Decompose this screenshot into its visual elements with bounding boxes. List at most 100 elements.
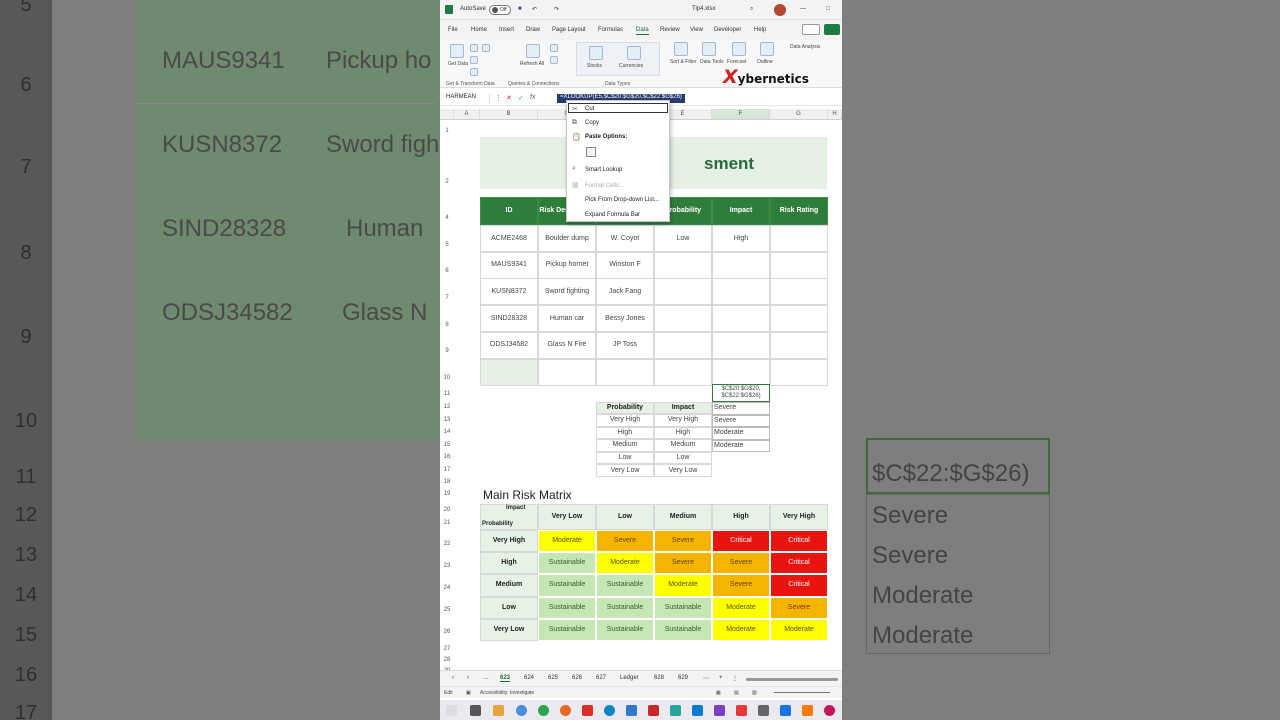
row-header[interactable]: 22 [440, 541, 454, 547]
currencies-label[interactable]: Currencies [619, 63, 643, 69]
table-cell[interactable]: JP Toss [596, 331, 654, 359]
select-all-corner[interactable] [440, 109, 454, 120]
tab-review[interactable]: Review [660, 27, 680, 33]
sheet-options-icon[interactable]: ⋯ [703, 675, 709, 682]
row-header[interactable]: 18 [440, 479, 454, 485]
row-header[interactable]: 28 [440, 657, 454, 663]
vscode-icon[interactable] [692, 705, 703, 716]
row-header[interactable]: 9 [440, 348, 454, 354]
lookup-cell[interactable]: Low [596, 451, 654, 465]
row-header[interactable]: 6 [440, 268, 454, 274]
matrix-cell[interactable]: Severe [654, 552, 712, 575]
matrix-cell[interactable]: Sustainable [596, 574, 654, 597]
menu-item-cut[interactable]: Cut [585, 106, 594, 112]
matrix-cell[interactable]: Severe [596, 530, 654, 553]
maximize-icon[interactable]: □ [826, 6, 830, 12]
normal-view-icon[interactable]: ▦ [716, 690, 721, 696]
comments-button[interactable] [802, 24, 820, 35]
matrix-cell[interactable]: Moderate [538, 530, 596, 553]
table-cell[interactable]: W. Coyot [596, 225, 654, 252]
table-cell[interactable]: Pickup hornet [538, 251, 596, 279]
table-cell[interactable] [654, 331, 712, 359]
avatar[interactable] [774, 4, 786, 16]
tab-home[interactable]: Home [471, 27, 487, 33]
share-button[interactable] [824, 24, 840, 35]
matrix-cell[interactable]: Severe [712, 574, 770, 597]
matrix-cell[interactable]: Sustainable [538, 596, 596, 619]
matrix-cell[interactable]: Critical [770, 574, 828, 597]
sort-filter-label[interactable]: Sort & Filter [670, 59, 696, 65]
minimize-icon[interactable]: — [800, 6, 806, 12]
lookup-cell[interactable]: Very Low [654, 464, 712, 477]
matrix-col-header[interactable]: High [712, 504, 770, 530]
table-cell[interactable]: Winston F [596, 251, 654, 279]
properties-icon[interactable] [550, 56, 558, 64]
prev-sheet-icon[interactable]: ‹ [452, 675, 454, 681]
queries-icon[interactable] [550, 44, 558, 52]
row-header[interactable]: 12 [440, 404, 454, 410]
data-tools-icon[interactable] [702, 42, 716, 56]
autosave-toggle[interactable]: Off [489, 5, 511, 15]
matrix-cell[interactable]: Moderate [596, 552, 654, 575]
page-break-view-icon[interactable]: ▥ [752, 690, 757, 696]
file-name[interactable]: Tip4.xlsx [692, 6, 715, 12]
column-header-b[interactable]: B [480, 109, 538, 120]
add-sheet-icon[interactable]: + [719, 675, 723, 681]
misc-app-icon[interactable] [824, 705, 835, 716]
matrix-cell[interactable]: Sustainable [654, 618, 712, 641]
matrix-cell[interactable]: Severe [770, 596, 828, 619]
matrix-cell[interactable]: Sustainable [538, 574, 596, 597]
firefox-icon[interactable] [560, 705, 571, 716]
matrix-row-header[interactable]: Very Low [480, 618, 538, 641]
stocks-label[interactable]: Stocks [587, 63, 602, 69]
redo-icon[interactable]: ↷ [554, 6, 559, 13]
lookup-cell[interactable]: Medium [654, 439, 712, 452]
table-cell[interactable] [770, 225, 828, 252]
sheet-tab[interactable]: 625 [548, 675, 558, 681]
store-icon[interactable] [802, 705, 813, 716]
lookup-cell[interactable]: Very High [654, 414, 712, 427]
undo-icon[interactable]: ↶ [532, 6, 537, 13]
table-cell[interactable]: Jack Fang [596, 278, 654, 306]
table-header-cell[interactable]: ID [480, 197, 538, 225]
menu-item-pick-from-list[interactable]: Pick From Drop-down List... [585, 197, 659, 203]
visual-studio-icon[interactable] [714, 705, 725, 716]
lookup-cell[interactable]: Very High [596, 414, 654, 427]
snipping-icon[interactable] [758, 705, 769, 716]
matrix-cell[interactable]: Moderate [712, 596, 770, 619]
app-icon[interactable] [582, 705, 593, 716]
table-cell[interactable] [770, 251, 828, 279]
result-value-cell[interactable]: Severe [712, 402, 770, 415]
insert-function-button[interactable]: fx [530, 94, 535, 101]
lookup-cell[interactable]: Low [654, 451, 712, 465]
table-cell[interactable] [480, 359, 538, 386]
row-header[interactable]: 8 [440, 322, 454, 328]
sheet-tab[interactable]: Ledger [620, 675, 639, 681]
table-cell[interactable] [538, 359, 596, 386]
matrix-cell[interactable]: Sustainable [538, 552, 596, 575]
table-cell[interactable]: ACME2468 [480, 225, 538, 252]
chrome-icon[interactable] [516, 705, 527, 716]
photos-icon[interactable] [780, 705, 791, 716]
table-cell[interactable] [654, 251, 712, 279]
outline-icon[interactable] [760, 42, 774, 56]
stocks-icon[interactable] [589, 46, 603, 60]
table-cell[interactable]: Human car [538, 305, 596, 333]
table-cell[interactable]: MAUS9341 [480, 251, 538, 279]
lookup-cell[interactable]: Very Low [596, 464, 654, 477]
table-cell[interactable]: SIND28328 [480, 305, 538, 333]
tab-draw[interactable]: Draw [526, 27, 540, 33]
row-header[interactable]: 25 [440, 607, 454, 613]
result-value-cell[interactable]: Moderate [712, 439, 770, 453]
menu-item-copy[interactable]: Copy [585, 120, 599, 126]
row-header[interactable]: 7 [440, 295, 454, 301]
tab-formulas[interactable]: Formulas [598, 27, 623, 33]
table-cell[interactable]: Boulder dump [538, 225, 596, 252]
row-header[interactable]: 17 [440, 467, 454, 473]
widgets-icon[interactable] [446, 705, 457, 716]
row-header[interactable]: 10 [440, 375, 454, 381]
get-data-label[interactable]: Get Data [448, 61, 468, 67]
row-header[interactable]: 13 [440, 417, 454, 423]
task-view-icon[interactable] [470, 705, 481, 716]
edge-icon[interactable] [538, 705, 549, 716]
